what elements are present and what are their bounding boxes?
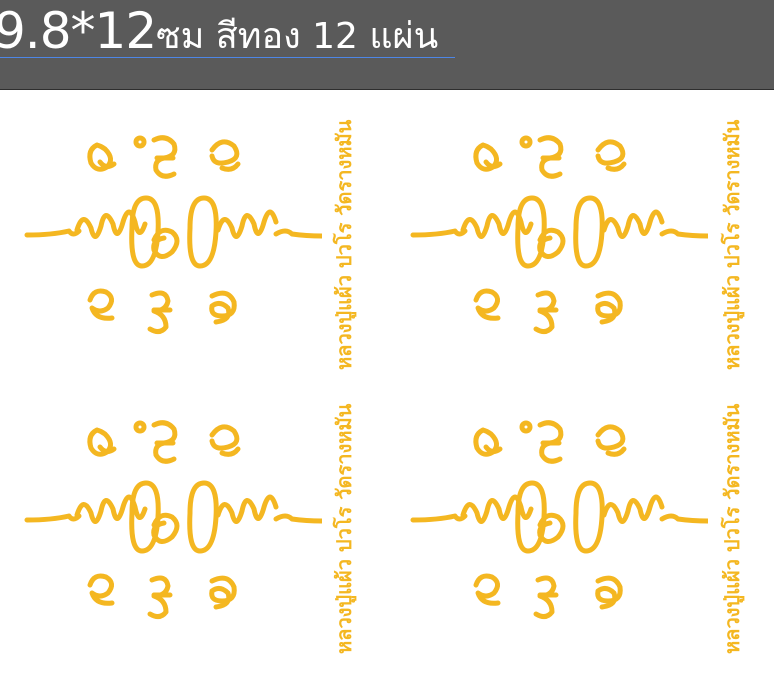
side-text-left-bottom: หลวงปู่แผ้ว ปวโร วัดรางหมัน bbox=[332, 403, 356, 654]
glyph-top-2 bbox=[151, 135, 178, 179]
ornament-right-oval bbox=[187, 195, 219, 269]
ornament-right-tail bbox=[273, 228, 322, 239]
yant-design bbox=[24, 135, 322, 335]
side-text-right-bottom: หลวงปู่แผ้ว ปวโร วัดรางหมัน bbox=[720, 403, 744, 654]
title-text: 9.8*12ซม สีทอง 12 แผ่น bbox=[0, 2, 438, 64]
title-bar: 9.8*12ซม สีทอง 12 แผ่น bbox=[0, 0, 774, 90]
glyph-top-1 bbox=[87, 142, 117, 172]
glyph-top-3 bbox=[209, 139, 241, 172]
side-text-left-top: หลวงปู่แผ้ว ปวโร วัดรางหมัน bbox=[332, 119, 356, 370]
side-text-right-top: หลวงปู่แผ้ว ปวโร วัดรางหมัน bbox=[720, 119, 744, 370]
tattoo-tile-1 bbox=[22, 110, 322, 400]
glyph-bottom-3 bbox=[209, 290, 237, 325]
title-size: 9.8*12 bbox=[0, 2, 157, 60]
tattoo-tile-2 bbox=[408, 110, 708, 400]
glyph-bottom-1 bbox=[87, 288, 115, 321]
ornament-right-loops bbox=[215, 209, 279, 239]
title-description: ซม สีทอง 12 แผ่น bbox=[156, 16, 439, 57]
ornament-center bbox=[151, 227, 180, 259]
yant-design bbox=[410, 420, 708, 620]
ornament-left-tail bbox=[24, 228, 82, 238]
glyph-bottom-2 bbox=[147, 290, 173, 335]
yant-design bbox=[24, 420, 322, 620]
tattoo-tile-4 bbox=[408, 395, 708, 685]
glyph-top-dot bbox=[133, 135, 147, 149]
tattoo-tile-3 bbox=[22, 395, 322, 685]
yant-design bbox=[410, 135, 708, 335]
title-underline bbox=[0, 57, 455, 58]
